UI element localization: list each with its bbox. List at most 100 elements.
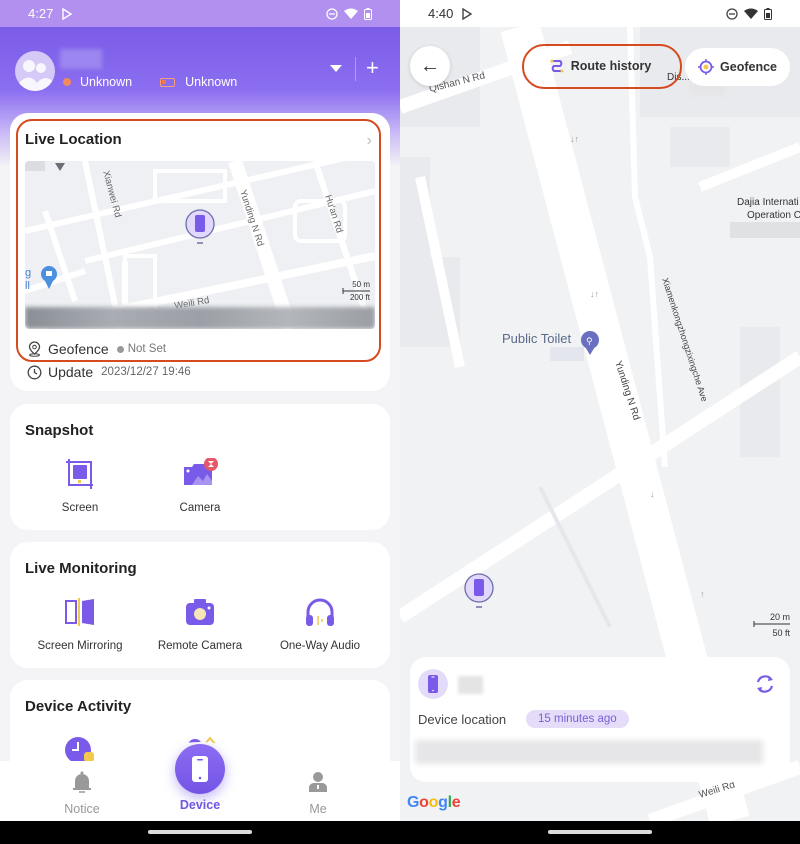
person-icon bbox=[309, 772, 327, 792]
add-device-button[interactable]: + bbox=[366, 55, 379, 81]
geofence-button[interactable]: Geofence bbox=[685, 48, 790, 86]
svg-text:50 ft: 50 ft bbox=[772, 628, 790, 638]
screen-mirroring-label: Screen Mirroring bbox=[37, 640, 123, 652]
device-name-redacted bbox=[458, 676, 483, 694]
live-location-map[interactable]: Xianwei Rd Yunding N Rd Hu'an Rd Weili R… bbox=[25, 161, 375, 329]
snapshot-screen-button[interactable]: Screen bbox=[20, 456, 140, 514]
status-dot-icon bbox=[116, 345, 124, 353]
device-activity-title: Device Activity bbox=[25, 698, 132, 715]
svg-text:↓: ↓ bbox=[650, 489, 655, 499]
screen-mirroring-button[interactable]: Screen Mirroring bbox=[20, 594, 140, 652]
route-icon bbox=[550, 59, 564, 73]
remote-camera-icon bbox=[186, 599, 214, 625]
status-time: 4:40 bbox=[428, 6, 454, 21]
device-location-label: Device location bbox=[418, 712, 507, 727]
address-redacted bbox=[415, 740, 763, 764]
connection-status: Unknown bbox=[80, 75, 133, 89]
screen-capture-icon bbox=[66, 459, 93, 489]
back-button[interactable]: ← bbox=[410, 46, 450, 86]
nav-device-label: Device bbox=[179, 798, 221, 812]
group-avatar-icon bbox=[15, 60, 55, 91]
live-location-card[interactable]: Live Location › Xianwei Rd Yunding N Rd … bbox=[10, 113, 390, 391]
google-logo: Google bbox=[407, 794, 461, 811]
device-dashboard-screen: 4:27 Unknown Unknown + Live Location › X… bbox=[0, 0, 400, 844]
update-timestamp: 2023/12/27 19:46 bbox=[101, 366, 191, 378]
svg-text:g: g bbox=[25, 267, 31, 279]
device-status: Unknown Unknown bbox=[63, 75, 237, 89]
nav-notice-label: Notice bbox=[64, 802, 100, 816]
geofence-label: Geofence bbox=[48, 341, 109, 357]
svg-text:⚲: ⚲ bbox=[586, 336, 593, 346]
live-monitoring-card: Live Monitoring Screen Mirroring Remote … bbox=[10, 542, 390, 668]
bell-icon bbox=[73, 771, 91, 793]
screen-time-icon[interactable] bbox=[64, 736, 96, 764]
snapshot-camera-button[interactable]: Camera bbox=[140, 456, 260, 514]
target-icon bbox=[698, 59, 715, 75]
refresh-button[interactable] bbox=[754, 673, 776, 700]
device-switch-dropdown-icon[interactable] bbox=[330, 65, 342, 72]
live-monitoring-title: Live Monitoring bbox=[25, 560, 137, 577]
snapshot-screen-label: Screen bbox=[61, 502, 99, 514]
map-label-dajia-1: Dajia Internati bbox=[737, 197, 799, 208]
device-name-redacted bbox=[60, 49, 102, 69]
geofence-pin-icon bbox=[28, 341, 41, 357]
remote-camera-button[interactable]: Remote Camera bbox=[140, 594, 260, 652]
one-way-audio-button[interactable]: One-Way Audio bbox=[260, 594, 380, 652]
live-location-title: Live Location bbox=[25, 131, 122, 148]
do-not-disturb-icon bbox=[726, 7, 738, 20]
battery-icon bbox=[364, 7, 372, 20]
nav-me-label: Me bbox=[309, 802, 327, 816]
svg-text:20 m: 20 m bbox=[770, 612, 790, 622]
camera-photo-icon bbox=[184, 458, 218, 485]
battery-status: Unknown bbox=[185, 75, 238, 89]
svg-text:↓↑: ↓↑ bbox=[590, 289, 599, 299]
wifi-icon bbox=[344, 8, 358, 19]
nav-device[interactable] bbox=[175, 744, 225, 794]
snapshot-card: Snapshot Screen Camera bbox=[10, 404, 390, 530]
map-label-public-toilet: Public Toilet bbox=[502, 331, 572, 346]
nav-me[interactable]: Me bbox=[268, 771, 368, 816]
svg-text:↑: ↑ bbox=[700, 589, 705, 599]
remote-camera-label: Remote Camera bbox=[157, 640, 243, 652]
address-redacted bbox=[25, 307, 375, 329]
connection-dot-icon bbox=[63, 78, 71, 86]
battery-icon bbox=[764, 7, 772, 20]
status-bar: 4:40 bbox=[400, 0, 800, 27]
play-store-icon bbox=[62, 7, 73, 20]
update-row: Update 2023/12/27 19:46 bbox=[27, 364, 191, 380]
play-store-icon bbox=[462, 7, 473, 20]
geofence-status: Not Set bbox=[127, 343, 167, 355]
phone-icon bbox=[428, 675, 438, 693]
home-handle[interactable] bbox=[548, 830, 652, 834]
home-handle[interactable] bbox=[148, 830, 252, 834]
svg-text:↓↑: ↓↑ bbox=[570, 134, 579, 144]
svg-text:200 ft: 200 ft bbox=[350, 293, 371, 302]
battery-status-icon bbox=[160, 77, 176, 87]
wifi-icon bbox=[744, 8, 758, 19]
headphones-icon bbox=[306, 598, 334, 626]
route-history-button[interactable]: Route history bbox=[530, 46, 670, 86]
geofence-status-row[interactable]: Geofence Not Set bbox=[27, 341, 166, 357]
arrow-left-icon: ← bbox=[420, 54, 440, 77]
route-history-label: Route history bbox=[570, 59, 652, 73]
snapshot-title: Snapshot bbox=[25, 422, 94, 439]
snapshot-camera-label: Camera bbox=[179, 502, 221, 514]
gesture-navigation-bar bbox=[400, 821, 800, 844]
update-label: Update bbox=[48, 364, 94, 380]
header-divider bbox=[355, 57, 356, 81]
one-way-audio-label: One-Way Audio bbox=[279, 640, 361, 652]
screen-mirror-icon bbox=[65, 598, 94, 626]
chevron-right-icon[interactable]: › bbox=[367, 132, 372, 150]
location-map-screen: 4:40 ↓↑ ↓↑ ↓ ↑ Qishan N Rd Dis... Dajia … bbox=[400, 0, 800, 844]
nav-notice[interactable]: Notice bbox=[32, 771, 132, 816]
gesture-navigation-bar bbox=[0, 821, 400, 844]
avatar[interactable] bbox=[15, 51, 55, 91]
svg-text:50 m: 50 m bbox=[352, 280, 370, 289]
status-bar: 4:27 bbox=[0, 0, 400, 27]
do-not-disturb-icon bbox=[326, 7, 338, 20]
map-label-dajia-2: Operation C bbox=[747, 210, 800, 221]
refresh-icon bbox=[756, 675, 774, 693]
location-age-badge: 15 minutes ago bbox=[526, 710, 629, 728]
device-location-card: Device location 15 minutes ago bbox=[410, 657, 790, 782]
svg-text:ll: ll bbox=[25, 280, 30, 292]
